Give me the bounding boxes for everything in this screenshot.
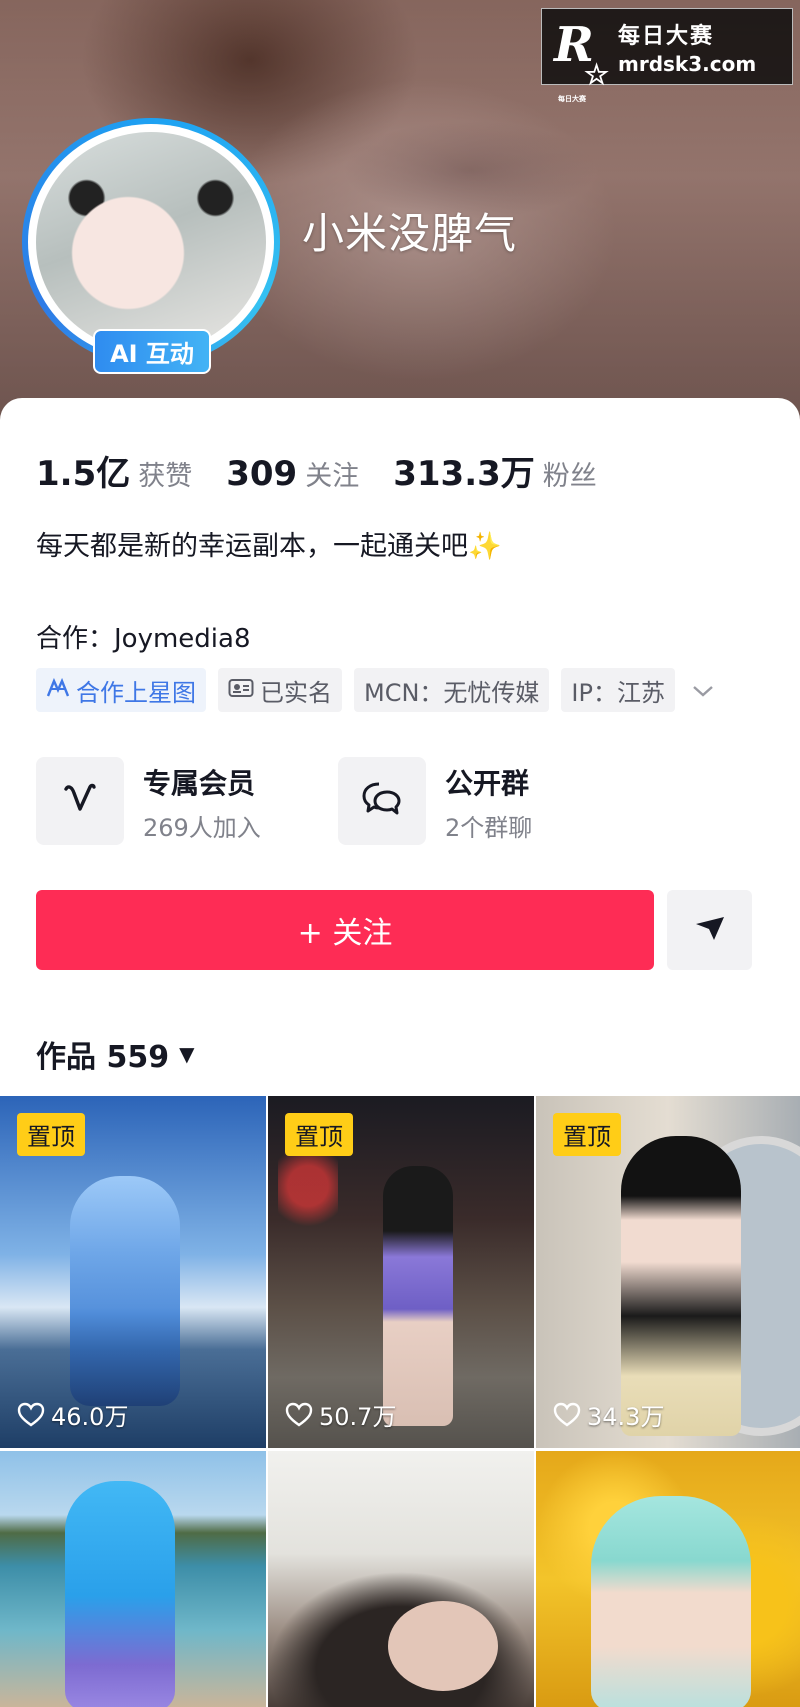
video-tile[interactable]: 置顶 50.7万 [268,1096,534,1448]
avatar-image [36,132,266,352]
member-subtitle: 269人加入 [143,814,261,842]
cooperation-info: 合作：Joymedia8 [36,624,251,654]
like-count: 34.3万 [553,1397,664,1432]
member-title[interactable]: 专属会员 [143,762,255,802]
username: 小米没脾气 [302,209,518,258]
video-tile[interactable] [0,1451,266,1707]
group-subtitle: 2个群聊 [445,814,533,842]
stat-following[interactable]: 309 关注 [226,454,359,494]
like-count: 46.0万 [17,1397,128,1432]
member-entry-button[interactable] [36,757,124,845]
chevron-down-icon[interactable] [691,676,715,704]
caret-down-icon: ▼ [179,1042,195,1066]
video-grid: 置顶 46.0万 置顶 50.7万 置顶 34.3万 [0,1096,800,1707]
tag-ip[interactable]: IP：江苏 [561,668,675,712]
heart-icon [553,1402,581,1426]
group-title[interactable]: 公开群 [445,762,529,802]
video-tile[interactable]: 置顶 34.3万 [536,1096,800,1448]
follow-button[interactable]: + 关注 [36,890,654,970]
chat-bubbles-icon [360,780,404,822]
share-button[interactable] [667,890,752,970]
watermark-logo: R ☆ 每日大赛 [554,16,610,103]
watermark-title: 每日大赛 [618,23,715,49]
star-map-icon [46,676,70,704]
heart-icon [17,1402,45,1426]
pinned-badge: 置顶 [17,1113,85,1156]
stats-row: 1.5亿 获赞 309 关注 313.3万 粉丝 [36,446,631,495]
bio: 每天都是新的幸运副本，一起通关吧✨ [36,531,502,562]
heart-icon [285,1402,313,1426]
video-tile[interactable] [536,1451,800,1707]
tag-row: 合作上星图 已实名 MCN：无忧传媒 IP：江苏 [36,668,715,712]
v-icon [60,781,100,821]
pinned-badge: 置顶 [285,1113,353,1156]
tag-verified[interactable]: 已实名 [218,668,342,712]
send-icon [694,914,726,946]
watermark-url: mrdsk3.com [618,51,757,76]
pinned-badge: 置顶 [553,1113,621,1156]
ai-interact-badge[interactable]: AI 互动 [93,329,211,374]
like-count: 50.7万 [285,1397,396,1432]
star-icon: ☆ [584,57,610,91]
id-card-icon [228,676,254,704]
tag-star-map[interactable]: 合作上星图 [36,668,206,712]
video-tile[interactable] [268,1451,534,1707]
video-tile[interactable]: 置顶 46.0万 [0,1096,266,1448]
watermark: R ☆ 每日大赛 每日大赛 mrdsk3.com [541,8,793,103]
stat-followers[interactable]: 313.3万 粉丝 [393,446,597,495]
stat-likes[interactable]: 1.5亿 获赞 [36,446,192,495]
tag-mcn[interactable]: MCN：无忧传媒 [354,668,550,712]
group-entry-button[interactable] [338,757,426,845]
works-tab[interactable]: 作品 559 ▼ [36,1032,194,1076]
